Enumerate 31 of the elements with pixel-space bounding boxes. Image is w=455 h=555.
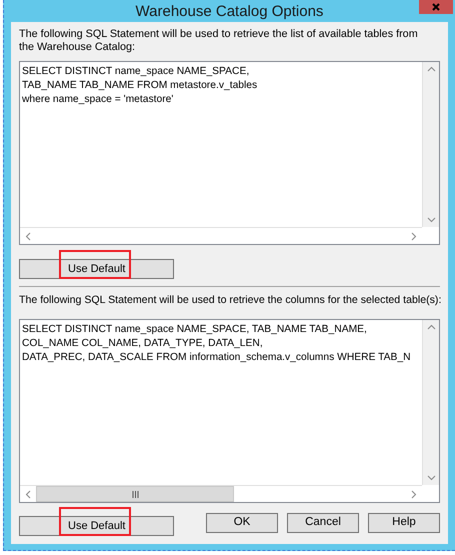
sql-text-line: where name_space = 'metastore' xyxy=(22,93,174,107)
section-label: The following SQL Statement will be used to retrieve the columns for the selected table(s): xyxy=(19,293,442,307)
scroll-right-icon[interactable] xyxy=(411,490,417,498)
use-default-button[interactable]: Use Default xyxy=(19,259,174,280)
sql-text-line: COL_NAME COL_NAME, DATA_TYPE, DATA_LEN, xyxy=(22,337,264,351)
close-button[interactable] xyxy=(419,0,453,14)
scroll-down-icon[interactable] xyxy=(426,475,436,481)
scroll-right-icon[interactable] xyxy=(411,232,417,240)
sql-text-area[interactable]: SELECT DISTINCT name_space NAME_SPACE, TAB_NAME TAB_NAME FROM metastore.v_tables where name_space = 'metastore' xyxy=(19,61,440,245)
dialog-button[interactable]: OK xyxy=(206,513,278,533)
sql-text-line: SELECT DISTINCT name_space NAME_SPACE, xyxy=(22,65,250,79)
use-default-button[interactable]: Use Default xyxy=(19,516,174,536)
section-label: The following SQL Statement will be used to retrieve the list of available tables from the Warehouse Catalog: xyxy=(19,28,419,54)
dialog-button[interactable]: Help xyxy=(368,513,440,533)
vertical-scrollbar[interactable] xyxy=(422,320,439,485)
dialog-button[interactable]: Cancel xyxy=(287,513,359,533)
grip-icon xyxy=(132,490,138,498)
close-icon xyxy=(432,3,440,11)
horizontal-scrollbar[interactable] xyxy=(20,485,422,502)
scrollbar-thumb[interactable] xyxy=(36,486,234,502)
sql-text-line: SELECT DISTINCT name_space NAME_SPACE, TAB_NAME TAB_NAME, xyxy=(22,323,368,337)
sql-text-line: TAB_NAME TAB_NAME FROM metastore.v_tables xyxy=(22,79,258,93)
scroll-up-icon[interactable] xyxy=(426,324,436,330)
vertical-scrollbar[interactable] xyxy=(422,62,439,227)
scroll-down-icon[interactable] xyxy=(426,217,436,223)
sql-text-line: DATA_PREC, DATA_SCALE FROM information_schema.v_columns WHERE TAB_N xyxy=(22,351,412,365)
window-title: Warehouse Catalog Options xyxy=(136,4,324,18)
scroll-up-icon[interactable] xyxy=(426,66,436,72)
sql-text-area[interactable]: SELECT DISTINCT name_space NAME_SPACE, TAB_NAME TAB_NAME, COL_NAME COL_NAME, DATA_TYPE, DATA_LEN, DATA_PREC, DATA_SCALE FROM information_schema.v_columns WHERE TAB_N xyxy=(19,319,440,503)
scroll-left-icon[interactable] xyxy=(25,490,31,498)
scroll-left-icon[interactable] xyxy=(25,232,31,240)
